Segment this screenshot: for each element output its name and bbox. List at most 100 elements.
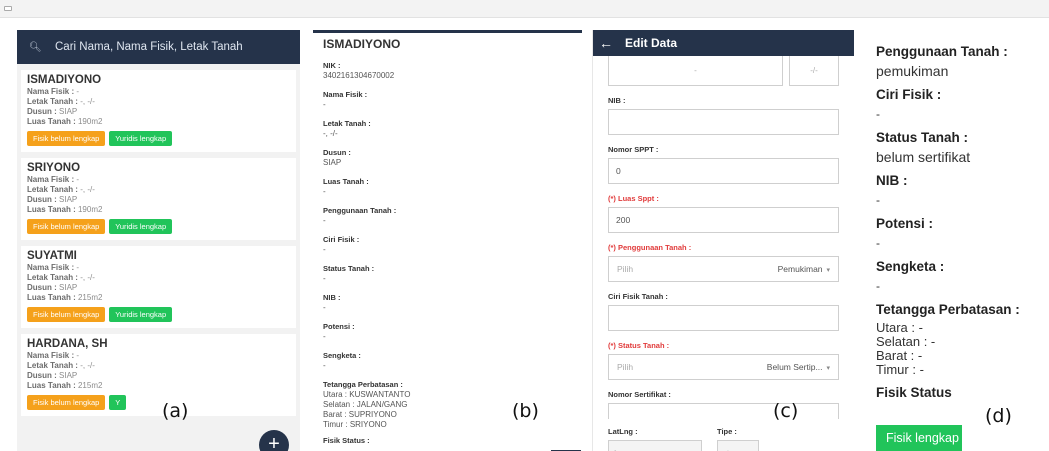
penggunaan-value: Pemukiman [777, 264, 823, 274]
window-top-bar [0, 0, 1049, 18]
luas-label: Luas Tanah : [27, 381, 76, 390]
list-item-luas: Luas Tanah : 190m2 [27, 205, 290, 215]
list-item[interactable]: ISMADIYONO Nama Fisik : - Letak Tanah : … [21, 70, 296, 152]
list-item-fisik: Nama Fisik : - [27, 87, 290, 97]
list-item-dusun: Dusun : SIAP [27, 195, 290, 205]
partial-input-right[interactable]: -/- [789, 56, 839, 86]
fisik-status-badge[interactable]: Fisik belum lengkap [27, 395, 106, 410]
list-item-letak: Letak Tanah : -, -/- [27, 273, 290, 283]
luas-value: 215m2 [77, 381, 103, 390]
list-item-luas: Luas Tanah : 190m2 [27, 117, 290, 127]
list-item-letak: Letak Tanah : -, -/- [27, 97, 290, 107]
fisik-status-badge[interactable]: Fisik belum lengkap [27, 219, 106, 234]
list-item-dusun: Dusun : SIAP [27, 283, 290, 293]
panel-b-detail: ISMADIYONO NIK :3402161304670002 Nama Fis… [313, 30, 586, 451]
fisik-label: Nama Fisik : [27, 351, 75, 360]
d-penggunaan-label: Penggunaan Tanah : [876, 44, 1008, 59]
detail-field-label: Dusun : [323, 148, 351, 157]
letak-value: -, -/- [80, 273, 95, 282]
detail-field-label: Luas Tanah : [323, 177, 369, 186]
partial-input-left[interactable]: - [608, 56, 783, 86]
luas-label: Luas Tanah : [27, 293, 76, 302]
letak-label: Letak Tanah : [27, 273, 78, 282]
detail-field-label: Penggunaan Tanah : [323, 206, 397, 215]
list-item-fisik: Nama Fisik : - [27, 175, 290, 185]
list-item[interactable]: HARDANA, SH Nama Fisik : - Letak Tanah :… [21, 334, 296, 416]
list-item[interactable]: SUYATMI Nama Fisik : - Letak Tanah : -, … [21, 246, 296, 328]
dusun-label: Dusun : [27, 371, 57, 380]
status-select[interactable]: Pilih Belum Sertip... ▾ [608, 354, 839, 380]
ciri-input[interactable] [608, 305, 839, 331]
search-input[interactable]: Cari Nama, Nama Fisik, Letak Tanah [55, 41, 243, 53]
detail-field-value: - [323, 303, 326, 312]
d-tetangga-entry: Utara : - [876, 320, 923, 335]
letak-value: -, -/- [80, 361, 95, 370]
fisik-lengkap-button[interactable]: Fisik lengkap [876, 425, 962, 451]
detail-field-label: NIK : [323, 61, 341, 70]
detail-field-label: Potensi : [323, 322, 355, 331]
nib-input[interactable] [608, 109, 839, 135]
nib-label: NIB : [608, 96, 626, 105]
dusun-label: Dusun : [27, 283, 57, 292]
fisik-label: Nama Fisik : [27, 175, 75, 184]
penggunaan-placeholder: Pilih [617, 264, 634, 274]
list-item-name: ISMADIYONO [27, 74, 102, 86]
sertifikat-label: Nomor Sertifikat : [608, 390, 671, 399]
list-item-luas: Luas Tanah : 215m2 [27, 293, 290, 303]
detail-title: ISMADIYONO [313, 30, 582, 55]
list-item-fisik: Nama Fisik : - [27, 263, 290, 273]
d-sengketa-value: - [876, 279, 880, 293]
list-item-name: SUYATMI [27, 250, 77, 262]
d-tetangga-entry: Timur : - [876, 362, 924, 377]
search-bar[interactable]: 🔍︎ Cari Nama, Nama Fisik, Letak Tanah [17, 30, 300, 64]
yuridis-status-badge[interactable]: Yuridis lengkap [109, 131, 173, 146]
yuridis-status-badge[interactable]: Y [109, 395, 127, 410]
latlng-input[interactable]: [-7.83402347582 [608, 440, 702, 451]
sppt-input[interactable]: 0 [608, 158, 839, 184]
status-placeholder: Pilih [617, 362, 634, 372]
detail-field-label: Sengketa : [323, 351, 361, 360]
luas-input[interactable]: 200 [608, 207, 839, 233]
detail-field-label: Ciri Fisik : [323, 235, 360, 244]
edit-title: Edit Data [625, 36, 678, 50]
detail-field-label: Nama Fisik : [323, 90, 368, 99]
add-button[interactable]: + [259, 430, 289, 451]
fisik-label: Nama Fisik : [27, 87, 75, 96]
back-arrow-icon[interactable]: ← [599, 35, 613, 51]
dusun-value: SIAP [59, 107, 78, 116]
d-fisik-status-label: Fisik Status [876, 385, 952, 400]
panel-c-edit-form: ← Edit Data - -/- NIB : Nomor SPPT : 0 (… [592, 30, 854, 451]
tetangga-entry: Utara : KUSWANTANTO [323, 390, 411, 399]
fisik-status-badge[interactable]: Fisik belum lengkap [27, 307, 106, 322]
detail-field-value: - [323, 274, 326, 283]
fisik-status-badge[interactable]: Fisik belum lengkap [27, 131, 106, 146]
sppt-label: Nomor SPPT : [608, 145, 659, 154]
caption-b: (b) [512, 400, 539, 422]
tipe-input[interactable]: pin [717, 440, 759, 451]
fisik-value: - [76, 351, 80, 360]
detail-field-value: - [323, 332, 326, 341]
penggunaan-label: (*) Penggunaan Tanah : [608, 243, 692, 252]
list-item-letak: Letak Tanah : -, -/- [27, 185, 290, 195]
list-item[interactable]: SRIYONO Nama Fisik : - Letak Tanah : -, … [21, 158, 296, 240]
fisik-label: Nama Fisik : [27, 263, 75, 272]
window-control-icon [4, 6, 12, 11]
d-ciri-value: - [876, 107, 880, 121]
d-penggunaan-value: pemukiman [876, 63, 949, 79]
status-label: (*) Status Tanah : [608, 341, 670, 350]
detail-field-value: - [323, 187, 326, 196]
fisik-value: - [76, 263, 80, 272]
penggunaan-select[interactable]: Pilih Pemukiman ▾ [608, 256, 839, 282]
panel-d-detail-zoom: Penggunaan Tanah : pemukiman Ciri Fisik … [862, 30, 1049, 451]
yuridis-status-badge[interactable]: Yuridis lengkap [109, 219, 173, 234]
list-item-dusun: Dusun : SIAP [27, 107, 290, 117]
sertifikat-input[interactable] [608, 403, 839, 419]
list-item-dusun: Dusun : SIAP [27, 371, 290, 381]
detail-field-label: Letak Tanah : [323, 119, 371, 128]
detail-field-value: -, -/- [323, 129, 338, 138]
yuridis-status-badge[interactable]: Yuridis lengkap [109, 307, 173, 322]
panel-a-list: 🔍︎ Cari Nama, Nama Fisik, Letak Tanah IS… [17, 30, 300, 451]
list-item-name: SRIYONO [27, 162, 81, 174]
search-icon: 🔍︎ [29, 41, 42, 53]
luas-value: 215m2 [77, 293, 103, 302]
